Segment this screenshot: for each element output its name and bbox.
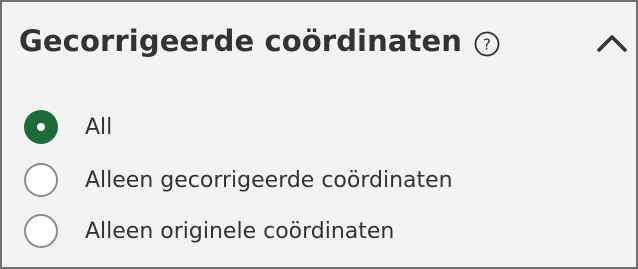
radio-button-only-original[interactable] <box>24 214 58 248</box>
radio-button-only-corrected[interactable] <box>24 163 58 197</box>
svg-text:?: ? <box>483 36 491 54</box>
option-label-only-corrected: Alleen gecorrigeerde coördinaten <box>85 167 453 193</box>
option-label-all: All <box>85 114 113 140</box>
option-label-only-original: Alleen originele coördinaten <box>85 218 395 244</box>
option-only-original[interactable]: Alleen originele coördinaten <box>24 211 394 251</box>
option-all[interactable]: All <box>24 107 112 147</box>
filter-header[interactable]: Gecorrigeerde coördinaten ? <box>2 2 636 90</box>
chevron-up-icon[interactable] <box>596 32 628 54</box>
option-only-corrected[interactable]: Alleen gecorrigeerde coördinaten <box>24 160 453 200</box>
question-circle-icon[interactable]: ? <box>474 31 500 57</box>
filter-title: Gecorrigeerde coördinaten <box>19 24 462 58</box>
radio-button-all[interactable] <box>24 110 58 144</box>
filter-panel: Gecorrigeerde coördinaten ? All Alleen g… <box>0 0 638 269</box>
